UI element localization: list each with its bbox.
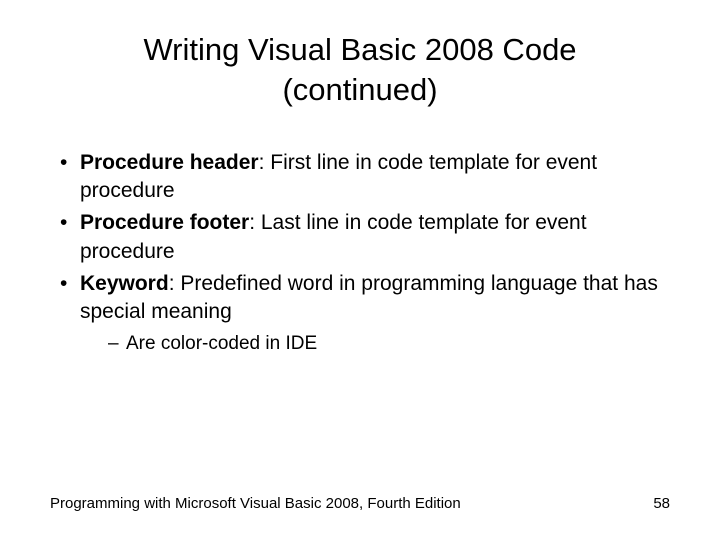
term: Procedure footer: [80, 211, 249, 234]
footer: Programming with Microsoft Visual Basic …: [50, 495, 670, 512]
sub-list: Are color-coded in IDE: [80, 331, 670, 357]
page-number: 58: [653, 495, 670, 512]
list-item: Procedure footer: Last line in code temp…: [60, 209, 670, 266]
sub-list-item: Are color-coded in IDE: [108, 331, 670, 357]
term: Procedure header: [80, 151, 259, 174]
slide-title: Writing Visual Basic 2008 Code (continue…: [50, 30, 670, 111]
term: Keyword: [80, 272, 169, 295]
list-item: Keyword: Predefined word in programming …: [60, 270, 670, 356]
footer-left: Programming with Microsoft Visual Basic …: [50, 495, 461, 512]
bullet-list: Procedure header: First line in code tem…: [50, 149, 670, 357]
list-item: Procedure header: First line in code tem…: [60, 149, 670, 206]
